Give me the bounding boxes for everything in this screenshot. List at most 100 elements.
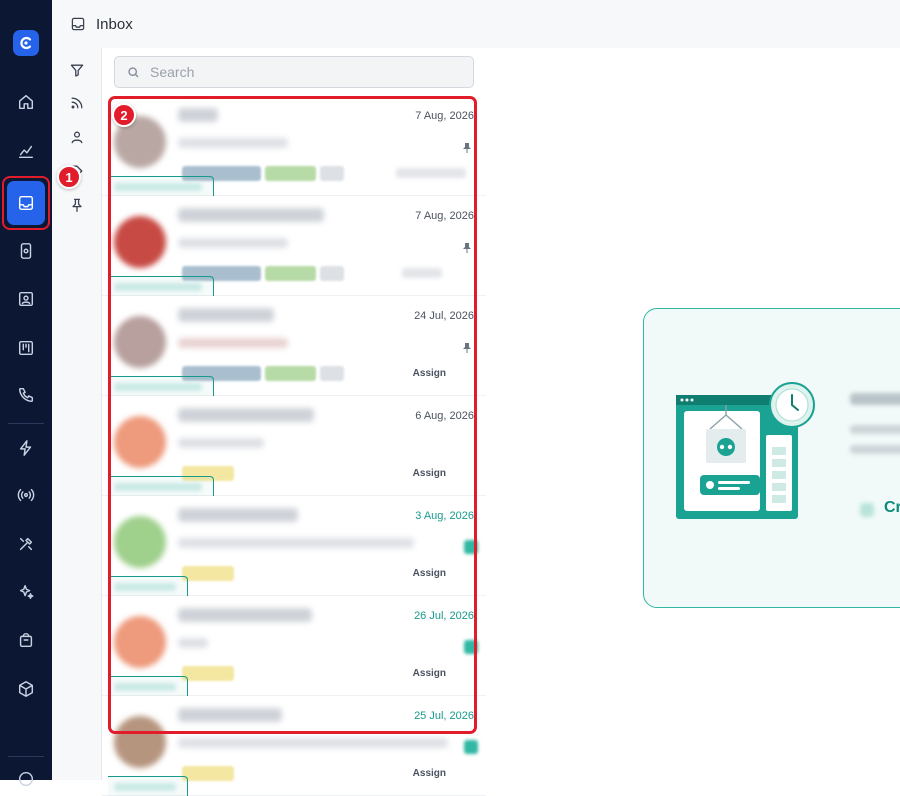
avatar xyxy=(114,716,166,768)
shopping-bag-icon xyxy=(19,633,33,648)
channel-tab xyxy=(108,776,188,796)
search-input[interactable] xyxy=(150,64,450,80)
broadcast-icon xyxy=(17,488,35,502)
pinned-filter-button[interactable] xyxy=(67,195,87,215)
avatar xyxy=(114,616,166,668)
conversation-date: 26 Jul, 2026 xyxy=(414,610,474,622)
message-preview xyxy=(178,538,414,548)
channel-tab xyxy=(108,376,214,396)
message-preview xyxy=(178,438,264,448)
channel-tab xyxy=(108,576,188,596)
label-chip xyxy=(320,266,344,281)
assign-button[interactable]: Assign xyxy=(413,568,446,579)
contact-name xyxy=(178,408,314,422)
inbox-icon xyxy=(18,195,34,211)
assign-button[interactable]: Assign xyxy=(413,668,446,679)
contact-name xyxy=(178,208,324,222)
conversation-date: 3 Aug, 2026 xyxy=(415,510,474,522)
contact-name xyxy=(178,508,298,522)
search-box[interactable] xyxy=(114,56,474,88)
left-nav-rail xyxy=(0,0,52,787)
create-button[interactable]: Cr xyxy=(884,499,900,517)
empty-state-card: Cr xyxy=(643,308,900,608)
chatbot-illustration-icon xyxy=(676,382,815,519)
channel-filter-button[interactable] xyxy=(67,93,87,113)
filter-button[interactable] xyxy=(67,60,87,80)
nav-packages[interactable] xyxy=(0,674,52,704)
channel-tab xyxy=(108,276,214,296)
nav-broadcast[interactable] xyxy=(0,480,52,510)
conversation-date: 7 Aug, 2026 xyxy=(415,210,474,222)
channel-tab xyxy=(108,476,214,496)
pin-icon[interactable] xyxy=(462,140,472,153)
label-chips xyxy=(182,566,234,581)
message-preview xyxy=(178,138,288,148)
assignee-placeholder xyxy=(402,268,442,278)
assignee-filter-button[interactable] xyxy=(67,127,87,147)
avatar xyxy=(114,416,166,468)
nav-contacts[interactable] xyxy=(0,284,52,314)
empty-text-placeholder xyxy=(850,445,900,454)
page-header: Inbox xyxy=(52,0,900,48)
nav-inbox[interactable] xyxy=(2,176,50,230)
conversation-row[interactable]: 25 Jul, 2026 Assign xyxy=(102,696,486,796)
page-title: Inbox xyxy=(96,15,133,33)
package-icon xyxy=(18,681,34,697)
chart-line-icon xyxy=(18,145,34,159)
nav-home[interactable] xyxy=(0,87,52,117)
label-chips xyxy=(182,766,234,781)
create-icon xyxy=(860,503,874,517)
nav-ai[interactable] xyxy=(0,577,52,607)
message-preview xyxy=(178,638,208,648)
user-icon xyxy=(71,131,83,144)
unread-indicator xyxy=(464,740,478,754)
rail-divider-bottom xyxy=(8,756,44,757)
nav-device[interactable] xyxy=(0,236,52,266)
label-chip xyxy=(265,266,316,281)
phone-icon xyxy=(18,387,34,403)
label-chip xyxy=(182,566,234,581)
nav-commerce[interactable] xyxy=(0,625,52,655)
label-chip xyxy=(320,366,344,381)
conversation-row[interactable]: 6 Aug, 2026 Assign xyxy=(102,396,486,496)
label-chip xyxy=(182,766,234,781)
nav-help[interactable] xyxy=(0,764,52,794)
conversation-row[interactable]: 3 Aug, 2026 Assign xyxy=(102,496,486,596)
conversation-row[interactable]: 7 Aug, 2026 xyxy=(102,96,486,196)
pin-icon[interactable] xyxy=(462,340,472,353)
rss-icon xyxy=(71,97,83,109)
search-icon xyxy=(128,66,139,77)
empty-title-placeholder xyxy=(850,393,900,405)
message-preview xyxy=(178,738,448,748)
nav-tools[interactable] xyxy=(0,529,52,559)
contact-name xyxy=(178,608,312,622)
sparkles-icon xyxy=(19,584,34,600)
home-icon xyxy=(18,94,34,110)
assign-button[interactable]: Assign xyxy=(413,768,446,779)
conversation-row[interactable]: 24 Jul, 2026 Assign xyxy=(102,296,486,396)
message-preview xyxy=(178,238,288,248)
conversation-row[interactable]: 26 Jul, 2026 Assign xyxy=(102,596,486,696)
assignee-placeholder xyxy=(396,168,466,178)
nav-automation[interactable] xyxy=(0,433,52,463)
contact-card-icon xyxy=(18,291,34,307)
pin-icon xyxy=(72,198,82,213)
label-chip xyxy=(320,166,344,181)
lightning-icon xyxy=(19,440,32,456)
empty-text-placeholder xyxy=(850,425,900,434)
conversation-date: 6 Aug, 2026 xyxy=(415,410,474,422)
annotation-badge-1: 1 xyxy=(57,165,81,189)
assign-button[interactable]: Assign xyxy=(413,468,446,479)
nav-board[interactable] xyxy=(0,333,52,363)
assign-button[interactable]: Assign xyxy=(413,368,446,379)
label-chips xyxy=(182,666,234,681)
conversation-date: 25 Jul, 2026 xyxy=(414,710,474,722)
nav-analytics[interactable] xyxy=(0,136,52,166)
conversation-row[interactable]: 7 Aug, 2026 xyxy=(102,196,486,296)
pin-icon[interactable] xyxy=(462,240,472,253)
filter-funnel-icon xyxy=(70,64,84,77)
app-logo[interactable] xyxy=(13,30,39,56)
tools-icon xyxy=(19,537,33,551)
channel-tab xyxy=(108,176,214,196)
nav-calls[interactable] xyxy=(0,380,52,410)
